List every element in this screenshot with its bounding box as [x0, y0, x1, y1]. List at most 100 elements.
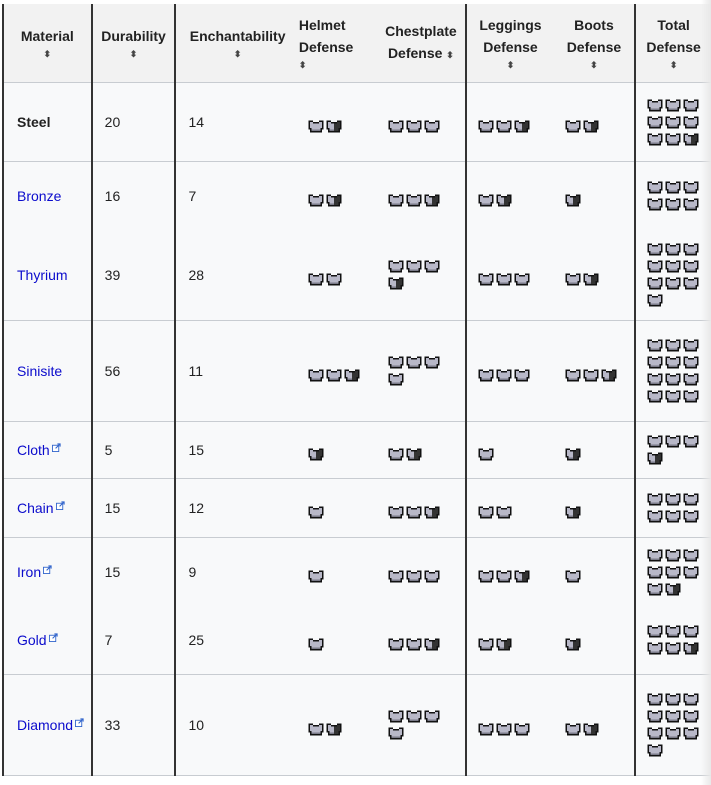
chestplate-full-icon	[647, 642, 663, 655]
durability-cell: 15	[90, 478, 176, 538]
chestplate-half-icon	[424, 638, 439, 650]
armor-icons	[307, 636, 325, 653]
chestplate-defense-cell	[376, 82, 467, 162]
total-defense-cell	[634, 606, 711, 675]
chestplate-full-icon	[683, 181, 699, 194]
material-cell: Chain	[2, 478, 92, 538]
chestplate-full-icon	[665, 243, 681, 256]
external-link-icon[interactable]	[43, 565, 52, 574]
chestplate-full-icon	[647, 373, 663, 386]
boots-defense-cell	[554, 538, 636, 607]
sort-icon[interactable]: ⬍	[176, 47, 298, 61]
chestplate-half-icon	[514, 570, 530, 582]
material-name[interactable]: Bronze	[17, 188, 61, 204]
chestplate-full-icon	[683, 260, 699, 273]
chestplate-full-icon	[647, 243, 663, 256]
material-name[interactable]: Thyrium	[17, 267, 68, 283]
chestplate-full-icon	[478, 194, 494, 206]
external-link-icon[interactable]	[48, 633, 58, 642]
boots-defense-cell	[553, 478, 636, 538]
header-enchantability[interactable]: Enchantability ⬍	[174, 4, 299, 83]
chestplate-full-icon	[388, 506, 403, 518]
material-name[interactable]: Chain	[17, 500, 54, 516]
helmet-defense-cell	[298, 421, 377, 479]
material-name[interactable]: Diamond	[17, 717, 73, 733]
chestplate-half-icon	[496, 194, 512, 206]
chestplate-full-icon	[647, 727, 663, 740]
chestplate-full-icon	[647, 277, 663, 290]
header-helmet-defense[interactable]: Helmet Defense ⬍	[298, 4, 377, 83]
total-defense-cell	[634, 320, 711, 422]
chestplate-full-icon	[683, 549, 699, 561]
chestplate-full-icon	[514, 273, 530, 285]
chestplate-full-icon	[683, 243, 699, 256]
armor-icons	[477, 271, 531, 288]
armor-icons	[307, 192, 343, 209]
header-material[interactable]: Material ⬍	[2, 4, 92, 83]
chestplate-full-icon	[326, 273, 342, 285]
chestplate-full-icon	[496, 506, 512, 518]
table-row: Gold 7 25	[2, 606, 711, 675]
armor-icons	[477, 192, 513, 209]
chestplate-full-icon	[665, 133, 681, 145]
armor-icons	[646, 691, 702, 759]
chestplate-full-icon	[647, 493, 663, 506]
chestplate-full-icon	[683, 99, 699, 111]
chestplate-full-icon	[665, 356, 681, 369]
chestplate-full-icon	[308, 120, 324, 132]
sort-icon[interactable]: ⬍	[4, 47, 91, 61]
total-defense-cell	[634, 82, 711, 162]
chestplate-full-icon	[665, 260, 681, 273]
header-durability[interactable]: Durability ⬍	[90, 4, 176, 83]
material-name[interactable]: Iron	[17, 564, 41, 580]
material-name[interactable]: Gold	[17, 632, 47, 648]
sort-icon[interactable]: ⬍	[554, 58, 635, 72]
chestplate-full-icon	[665, 693, 681, 706]
sort-icon[interactable]: ⬍	[93, 47, 175, 61]
chestplate-full-icon	[647, 116, 663, 128]
leggings-defense-cell	[465, 82, 554, 162]
chestplate-full-icon	[308, 638, 324, 650]
sort-icon[interactable]: ⬍	[299, 58, 377, 72]
chestplate-full-icon	[647, 693, 663, 706]
durability-cell: 16	[90, 161, 176, 230]
chestplate-full-icon	[388, 727, 403, 740]
chestplate-full-icon	[388, 120, 403, 132]
material-name[interactable]: Cloth	[17, 442, 50, 458]
chestplate-full-icon	[647, 99, 663, 111]
chestplate-full-icon	[406, 570, 421, 582]
armor-icons	[307, 118, 343, 135]
enchantability-cell: 28	[174, 230, 299, 321]
sort-icon[interactable]: ⬍	[446, 50, 454, 60]
header-leggings-defense[interactable]: Leggings Defense ⬍	[465, 4, 554, 83]
chestplate-full-icon	[406, 506, 421, 518]
external-link-icon[interactable]	[51, 443, 61, 452]
helmet-defense-cell	[298, 320, 377, 422]
armor-icons	[477, 367, 531, 384]
chestplate-full-icon	[565, 723, 581, 735]
durability-cell: 39	[90, 230, 176, 321]
header-total-defense[interactable]: Total Defense ⬍	[634, 4, 711, 83]
durability-cell: 56	[90, 320, 176, 422]
chestplate-half-icon	[388, 277, 403, 290]
material-cell: Diamond	[2, 674, 92, 776]
material-name[interactable]: Sinisite	[17, 363, 62, 379]
armor-icons	[387, 118, 441, 135]
external-link-icon[interactable]	[75, 718, 84, 727]
sort-icon[interactable]: ⬍	[636, 58, 711, 72]
helmet-defense-cell	[298, 478, 377, 538]
chestplate-full-icon	[478, 369, 494, 381]
sort-icon[interactable]: ⬍	[467, 58, 553, 72]
chestplate-half-icon	[326, 194, 342, 206]
material-cell: Steel	[2, 82, 92, 162]
header-chestplate-defense[interactable]: Chestplate Defense ⬍	[376, 4, 467, 83]
helmet-defense-cell	[299, 162, 377, 231]
chestplate-full-icon	[647, 181, 663, 194]
external-link-icon[interactable]	[55, 501, 65, 510]
chestplate-full-icon	[406, 194, 421, 206]
table-row: Sinisite 56 11	[2, 320, 711, 422]
header-boots-defense[interactable]: Boots Defense ⬍	[553, 4, 636, 83]
chestplate-full-icon	[496, 369, 512, 381]
armor-icons	[477, 568, 531, 585]
armor-icons	[387, 568, 441, 585]
